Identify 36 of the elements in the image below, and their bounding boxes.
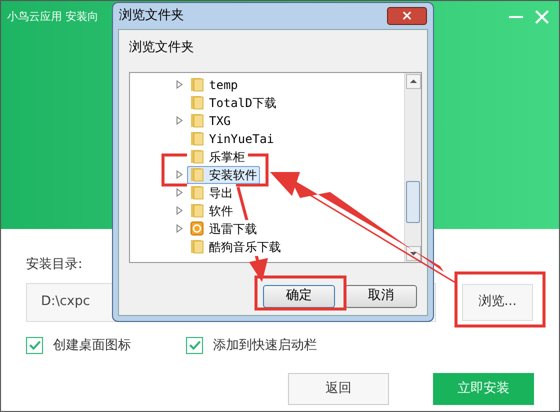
app-folder-icon bbox=[190, 221, 204, 236]
window-title: 小鸟云应用 安装向 bbox=[7, 9, 98, 25]
expand-arrow-icon[interactable] bbox=[176, 224, 183, 233]
folder-icon bbox=[190, 77, 204, 92]
close-icon[interactable] bbox=[535, 10, 549, 24]
tree-item[interactable]: 乐掌柜 bbox=[187, 148, 248, 166]
cancel-button[interactable]: 取消 bbox=[345, 284, 417, 308]
checkbox-label: 添加到快速启动栏 bbox=[213, 336, 317, 354]
dialog-title: 浏览文件夹 bbox=[119, 7, 184, 26]
tree-item[interactable]: 导出 bbox=[187, 184, 236, 202]
expand-arrow-icon[interactable] bbox=[176, 206, 183, 215]
folder-icon bbox=[190, 149, 204, 164]
close-button[interactable]: × bbox=[387, 7, 427, 25]
expand-arrow-icon[interactable] bbox=[176, 188, 183, 197]
expand-arrow-icon[interactable] bbox=[176, 170, 183, 179]
expand-arrow-icon[interactable] bbox=[176, 116, 183, 125]
checkbox-label: 创建桌面图标 bbox=[53, 336, 131, 354]
checkbox[interactable] bbox=[26, 336, 43, 354]
back-button[interactable]: 返回 bbox=[288, 373, 389, 405]
folder-icon bbox=[190, 113, 204, 128]
folder-icon bbox=[190, 95, 204, 110]
ok-button[interactable]: 确定 bbox=[263, 284, 335, 308]
folder-icon bbox=[190, 203, 204, 218]
browse-button[interactable]: 浏览... bbox=[462, 284, 533, 320]
expand-arrow-icon[interactable] bbox=[176, 80, 183, 89]
folder-icon bbox=[190, 185, 204, 200]
tree-item[interactable]: 安装软件 bbox=[187, 166, 260, 184]
dialog-prompt: 浏览文件夹 bbox=[129, 39, 195, 57]
checkbox[interactable] bbox=[186, 336, 203, 354]
scroll-up-icon[interactable] bbox=[406, 74, 420, 88]
folder-icon bbox=[190, 239, 204, 254]
scroll-thumb[interactable] bbox=[406, 180, 420, 222]
install-dir-label: 安装目录: bbox=[26, 256, 84, 274]
folder-icon bbox=[190, 167, 204, 182]
folder-icon bbox=[190, 131, 204, 146]
scrollbar[interactable] bbox=[404, 72, 421, 262]
